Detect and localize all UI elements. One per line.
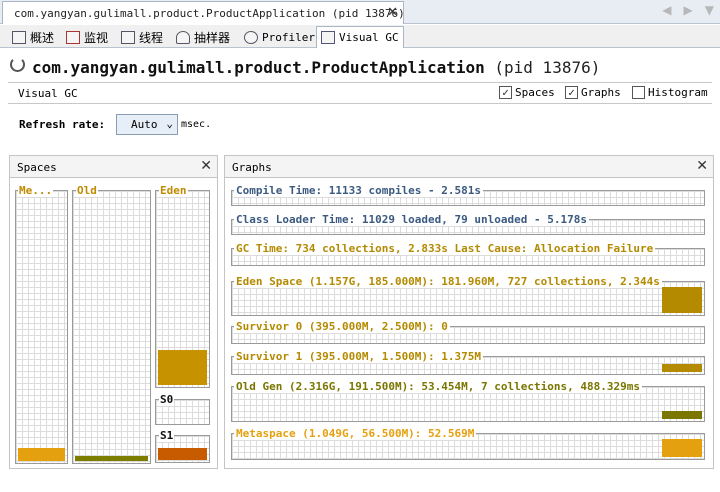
spaces-panel-title: Spaces — [17, 161, 57, 174]
metaspace-column-label: Me... — [18, 184, 54, 197]
eden-column-fill — [158, 350, 207, 385]
old-gen-column-label: Old — [76, 184, 98, 197]
old-gen-label: Old Gen (2.316G, 191.500M): 53.454M, 7 c… — [234, 380, 642, 393]
old-gen-column-fill — [75, 455, 148, 461]
survivor-1-column-label: S1 — [159, 429, 175, 442]
visual-gc-icon — [321, 31, 335, 44]
tab-visual-gc-label: Visual GC — [339, 31, 399, 44]
chevron-down-icon: ⌄ — [166, 117, 173, 130]
graphs-checkbox[interactable]: ✓ Graphs — [565, 86, 621, 99]
spaces-checkbox[interactable]: ✓ Spaces — [499, 86, 555, 99]
histogram-checkbox-box[interactable] — [632, 86, 645, 99]
survivor-0-column-label: S0 — [159, 393, 175, 406]
eden-space-graph-bar — [662, 286, 702, 313]
tab-monitor-label: 监视 — [84, 31, 109, 45]
tab-sampler-label: 抽样器 — [194, 31, 231, 45]
tab-list-dropdown-icon[interactable]: ▼ — [705, 3, 714, 17]
document-tab-bar: com.yangyan.gulimall.product.ProductAppl… — [0, 0, 720, 24]
tab-profiler-label: Profiler — [262, 31, 315, 44]
monitor-icon — [66, 31, 80, 44]
histogram-checkbox[interactable]: Histogram — [632, 86, 708, 99]
metaspace-column — [15, 190, 68, 464]
refresh-rate-select[interactable]: Auto ⌄ — [116, 114, 178, 135]
gc-time-label: GC Time: 734 collections, 2.833s Last Ca… — [234, 242, 656, 255]
graphs-checkbox-label: Graphs — [581, 86, 621, 99]
survivor-1-column-fill — [158, 447, 207, 460]
spaces-checkbox-box[interactable]: ✓ — [499, 86, 512, 99]
old-gen-graph-bar — [662, 410, 702, 419]
visual-gc-title: Visual GC — [18, 87, 78, 100]
survivor-0-label: Survivor 0 (395.000M, 2.500M): 0 — [234, 320, 450, 333]
eden-column-label: Eden — [159, 184, 188, 197]
graphs-checkbox-box[interactable]: ✓ — [565, 86, 578, 99]
close-graphs-panel-icon[interactable]: ✕ — [696, 158, 708, 174]
application-document-tab[interactable]: com.yangyan.gulimall.product.ProductAppl… — [2, 1, 405, 24]
metaspace-column-fill — [18, 447, 65, 461]
scroll-left-icon[interactable]: ◀ — [662, 3, 671, 17]
tab-threads-label: 线程 — [139, 31, 164, 45]
visual-gc-options-bar: Visual GC ✓ Spaces ✓ Graphs Histogram — [8, 82, 712, 104]
refresh-rate-unit: msec. — [181, 119, 212, 130]
application-name: com.yangyan.gulimall.product.ProductAppl… — [32, 58, 485, 77]
application-pid: (pid 13876) — [494, 58, 601, 77]
old-gen-column — [72, 190, 151, 464]
eden-space-label: Eden Space (1.157G, 185.000M): 181.960M,… — [234, 275, 662, 288]
survivor-1-label: Survivor 1 (395.000M, 1.500M): 1.375M — [234, 350, 484, 363]
spaces-checkbox-label: Spaces — [515, 86, 555, 99]
graphs-panel-title: Graphs — [232, 161, 272, 174]
scroll-right-icon[interactable]: ▶ — [684, 3, 693, 17]
eden-column — [155, 190, 210, 388]
profiler-icon — [244, 31, 258, 44]
histogram-checkbox-label: Histogram — [648, 86, 708, 99]
tab-overview[interactable]: 概述 — [8, 27, 58, 48]
spaces-panel-header: Spaces ✕ — [10, 156, 217, 178]
survivor-1-graph-bar — [662, 364, 702, 372]
application-heading: com.yangyan.gulimall.product.ProductAppl… — [32, 58, 600, 77]
metaspace-label: Metaspace (1.049G, 56.500M): 52.569M — [234, 427, 477, 440]
close-tab-icon[interactable]: ✕ — [387, 5, 398, 20]
refresh-rate-value: Auto — [131, 118, 158, 131]
graphs-panel-header: Graphs ✕ — [225, 156, 713, 178]
tab-visual-gc[interactable]: Visual GC — [316, 26, 404, 48]
compile-time-label: Compile Time: 11133 compiles - 2.581s — [234, 184, 484, 197]
refresh-rate-label: Refresh rate: — [19, 118, 106, 131]
class-loader-time-label: Class Loader Time: 11029 loaded, 79 unlo… — [234, 213, 589, 226]
tab-sampler[interactable]: 抽样器 — [172, 27, 234, 48]
sampler-icon — [176, 31, 190, 44]
tab-monitor[interactable]: 监视 — [62, 27, 112, 48]
threads-icon — [121, 31, 135, 44]
document-tab-title: com.yangyan.gulimall.product.ProductAppl… — [14, 6, 405, 20]
metaspace-graph-bar — [662, 439, 702, 457]
tab-navigation: ◀ ▶ ▼ — [662, 3, 714, 17]
tool-tab-bar: 概述 监视 线程 抽样器 Profiler Visual GC — [0, 25, 720, 48]
tab-threads[interactable]: 线程 — [117, 27, 167, 48]
close-spaces-panel-icon[interactable]: ✕ — [200, 158, 212, 174]
tab-overview-label: 概述 — [30, 31, 55, 45]
overview-icon — [12, 31, 26, 44]
tab-profiler[interactable]: Profiler — [240, 27, 319, 48]
loading-spinner-icon — [10, 57, 25, 72]
